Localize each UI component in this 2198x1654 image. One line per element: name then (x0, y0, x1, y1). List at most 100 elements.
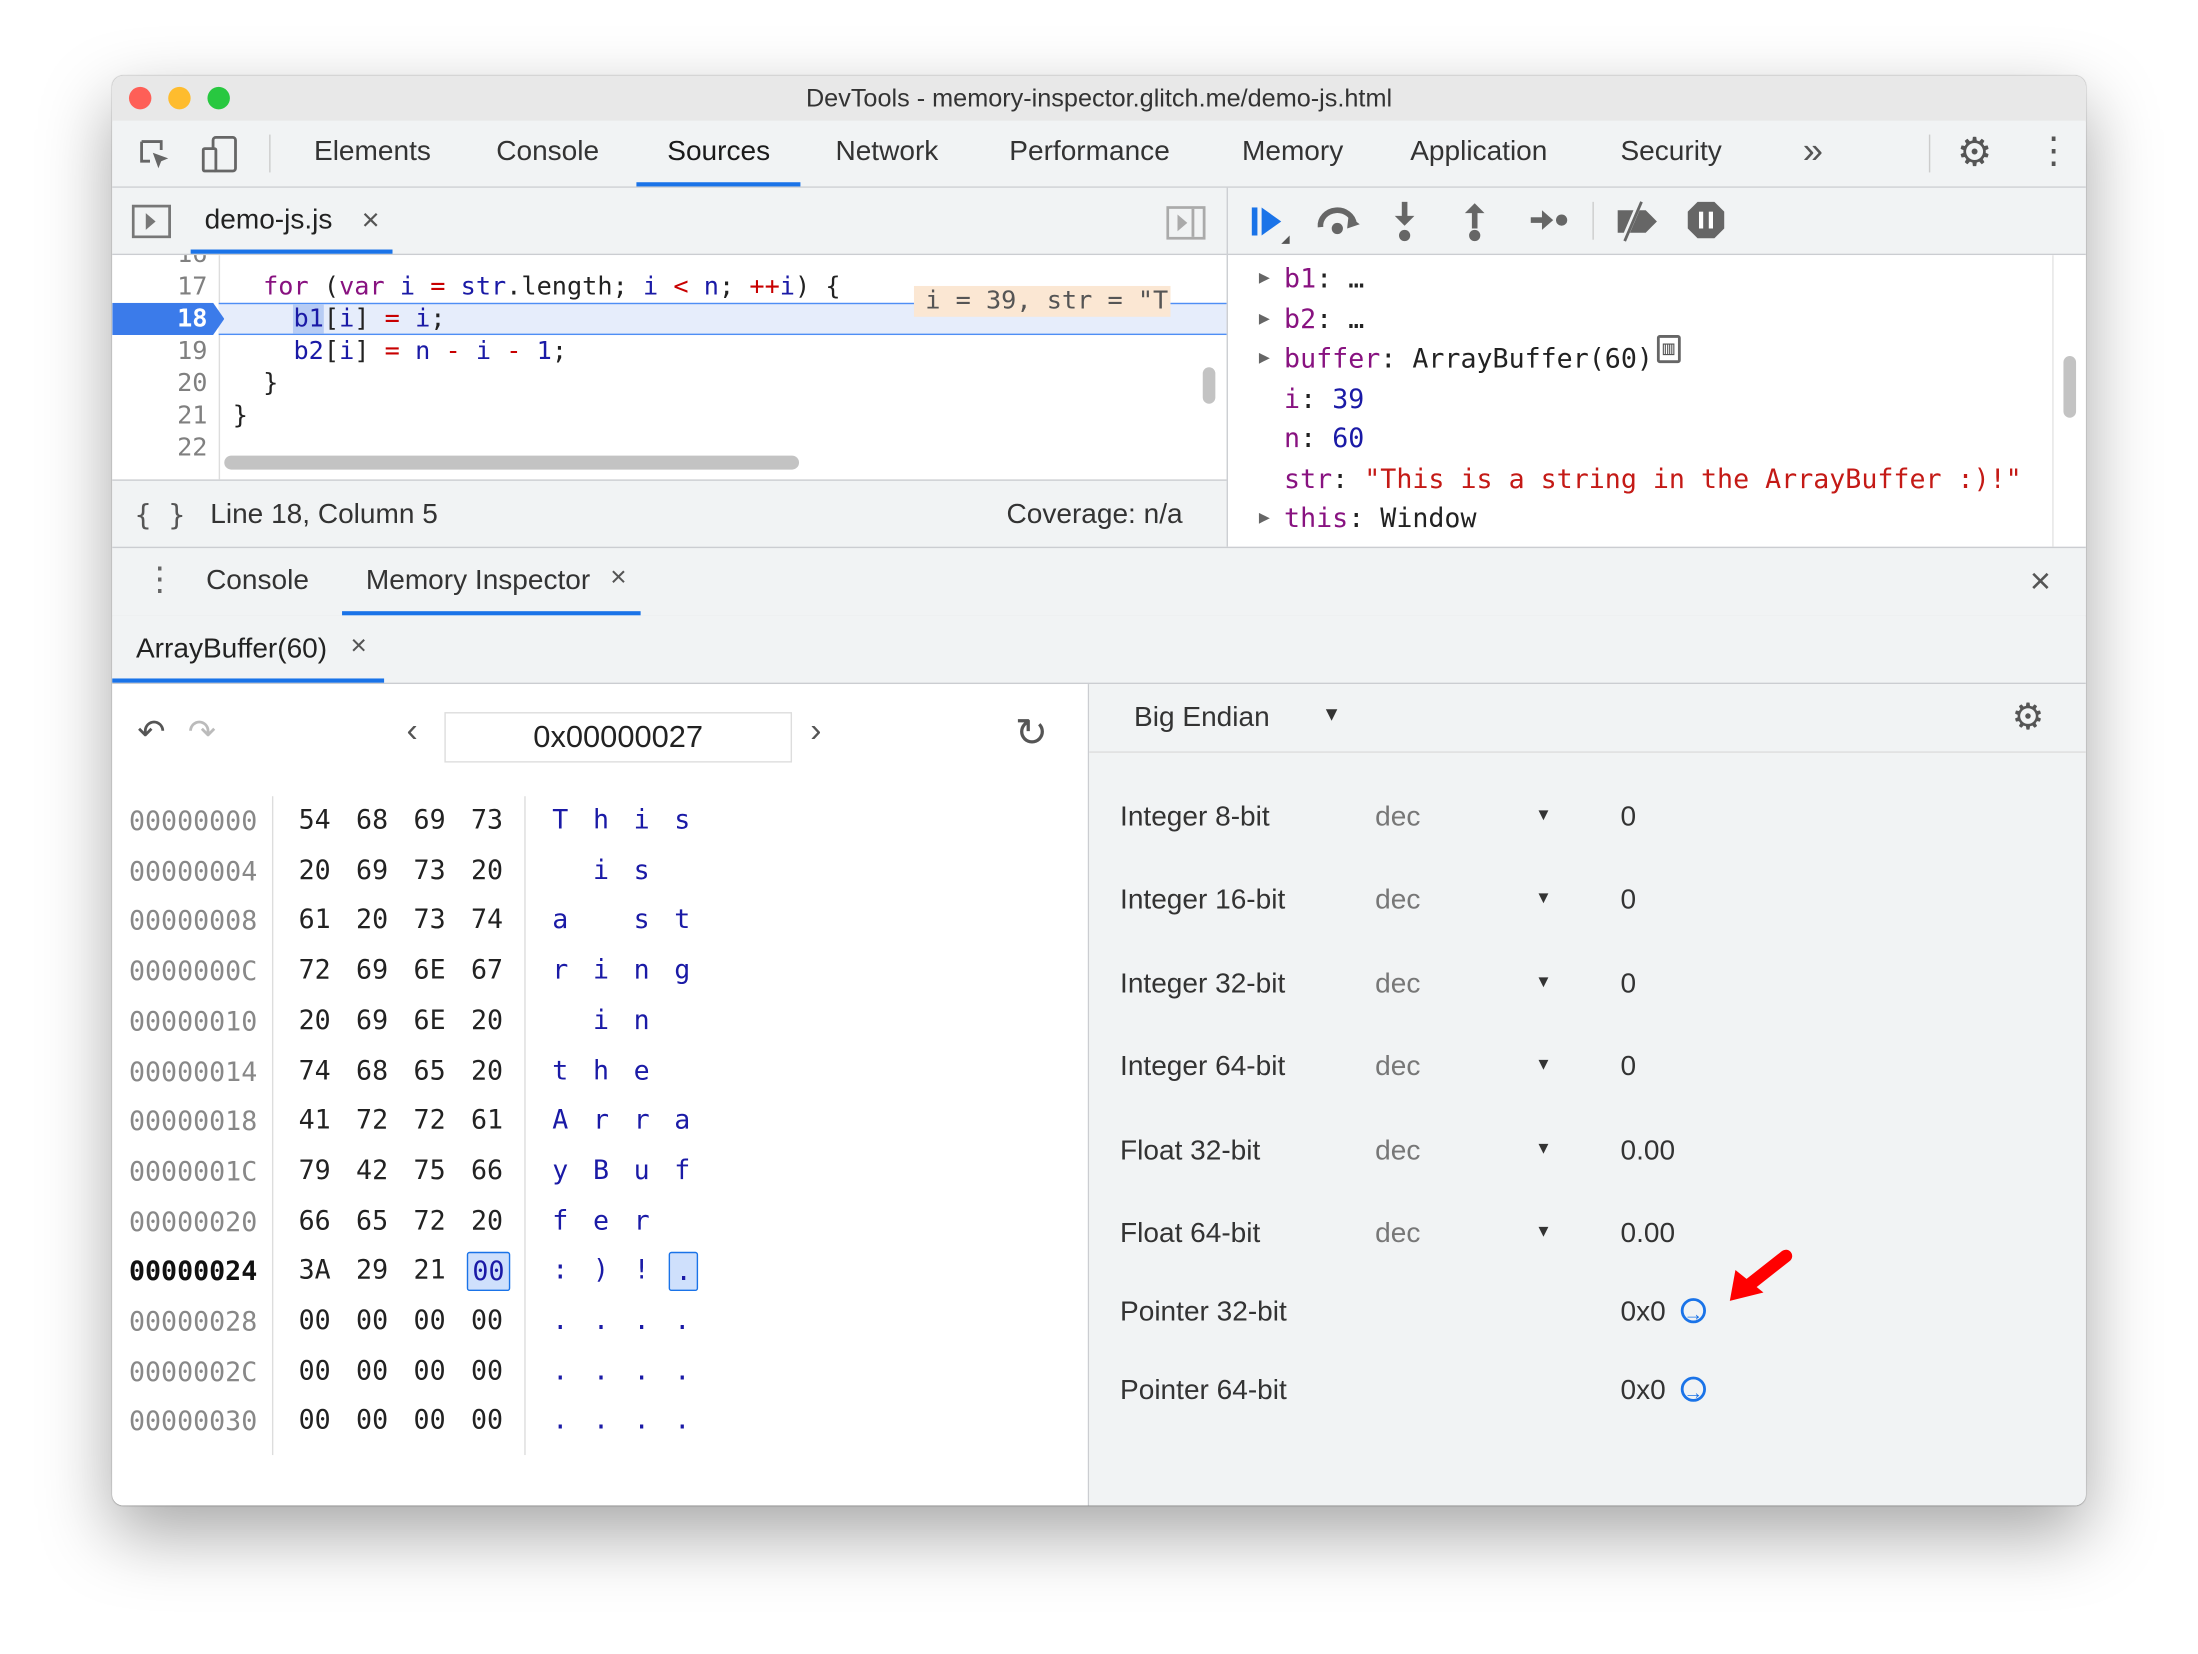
byte-cell[interactable]: 00 (409, 1352, 449, 1388)
ascii-cell[interactable]: y (547, 1152, 574, 1188)
expand-triangle-icon[interactable]: ▶ (1259, 261, 1270, 297)
ascii-cell[interactable]: ! (628, 1252, 655, 1288)
ascii-cell[interactable]: B (587, 1152, 614, 1188)
ascii-cell[interactable]: h (587, 1052, 614, 1088)
endianness-select[interactable]: Big Endian ▼ (1134, 702, 1358, 736)
close-drawer-tab-icon[interactable]: × (610, 545, 626, 609)
byte-cell[interactable]: 41 (294, 1102, 334, 1138)
ascii-cell[interactable]: . (547, 1352, 574, 1388)
step-over-icon[interactable] (1315, 202, 1363, 241)
expand-triangle-icon[interactable]: ▶ (1259, 500, 1270, 536)
step-icon[interactable] (1528, 205, 1570, 236)
byte-cell[interactable]: 74 (467, 902, 507, 938)
byte-cell[interactable]: 20 (294, 852, 334, 888)
byte-cell[interactable]: 00 (466, 1252, 511, 1292)
ascii-cell[interactable] (669, 852, 680, 858)
drawer-tab-memory-inspector[interactable]: Memory Inspector × (342, 545, 641, 616)
byte-cell[interactable]: 20 (467, 1202, 507, 1238)
ascii-cell[interactable]: a (669, 1102, 696, 1138)
ascii-cell[interactable] (547, 852, 558, 858)
value-format-select[interactable]: dec ▼ (1375, 1135, 1552, 1169)
byte-cell[interactable]: 00 (352, 1302, 392, 1338)
ascii-cell[interactable]: : (547, 1252, 574, 1288)
ascii-cell[interactable]: i (587, 952, 614, 988)
scope-item-buffer[interactable]: ▶ buffer: ArrayBuffer(60) ▥ (1259, 335, 1681, 377)
tab-performance[interactable]: Performance (978, 121, 1200, 187)
byte-cell[interactable]: 00 (467, 1352, 507, 1388)
tab-memory[interactable]: Memory (1211, 121, 1374, 187)
ascii-cell[interactable] (669, 1002, 680, 1008)
byte-cell[interactable]: 6E (409, 952, 449, 988)
ascii-cell[interactable]: . (628, 1352, 655, 1388)
undo-icon[interactable]: ↶ (137, 712, 165, 753)
line-number[interactable]: 18 (112, 303, 207, 335)
tab-console[interactable]: Console (465, 121, 630, 187)
resume-icon[interactable] (1248, 202, 1296, 247)
ascii-cell[interactable]: g (669, 952, 696, 988)
line-number[interactable]: 20 (112, 367, 207, 399)
byte-cell[interactable]: 72 (409, 1202, 449, 1238)
byte-cell[interactable]: 00 (409, 1402, 449, 1438)
byte-cell[interactable]: 65 (352, 1202, 392, 1238)
toggle-navigator-icon[interactable] (131, 204, 172, 239)
next-page-button[interactable]: › (810, 712, 821, 751)
ascii-cell[interactable]: s (669, 802, 696, 838)
toggle-debugger-icon[interactable] (1166, 206, 1206, 240)
step-out-icon[interactable] (1461, 199, 1489, 244)
ascii-cell[interactable]: e (628, 1052, 655, 1088)
ascii-cell[interactable]: r (547, 952, 574, 988)
byte-cell[interactable]: 00 (467, 1402, 507, 1438)
ascii-cell[interactable]: i (628, 802, 655, 838)
ascii-cell[interactable]: f (547, 1202, 574, 1238)
tab-elements[interactable]: Elements (283, 121, 462, 187)
ascii-cell[interactable]: n (628, 952, 655, 988)
scope-item-b1[interactable]: ▶ b1: … (1259, 261, 1364, 297)
tab-network[interactable]: Network (805, 121, 970, 187)
tab-sources[interactable]: Sources (636, 121, 801, 187)
byte-cell[interactable]: 66 (294, 1202, 334, 1238)
byte-cell[interactable]: 72 (352, 1102, 392, 1138)
drawer-tab-console[interactable]: Console (185, 548, 329, 615)
ascii-cell[interactable] (669, 1202, 680, 1208)
byte-cell[interactable]: 20 (467, 1052, 507, 1088)
ascii-cell[interactable]: . (628, 1302, 655, 1338)
byte-cell[interactable]: 20 (467, 1002, 507, 1038)
ascii-cell[interactable]: T (547, 802, 574, 838)
byte-cell[interactable]: 3A (294, 1252, 334, 1288)
ascii-cell[interactable]: a (547, 902, 574, 938)
ascii-cell[interactable]: i (587, 1002, 614, 1038)
ascii-cell[interactable]: . (547, 1302, 574, 1338)
drawer-menu-icon[interactable]: ⋮ (143, 559, 177, 600)
byte-cell[interactable]: 69 (352, 852, 392, 888)
byte-cell[interactable]: 00 (409, 1302, 449, 1338)
ascii-cell[interactable]: h (587, 802, 614, 838)
ascii-cell[interactable]: s (628, 852, 655, 888)
jump-to-address-icon[interactable]: → (1680, 1298, 1706, 1325)
byte-cell[interactable]: 61 (467, 1102, 507, 1138)
byte-cell[interactable]: 73 (409, 902, 449, 938)
byte-cell[interactable]: 00 (294, 1302, 334, 1338)
byte-cell[interactable]: 69 (352, 952, 392, 988)
ascii-cell[interactable]: . (587, 1402, 614, 1438)
ascii-cell[interactable]: . (628, 1402, 655, 1438)
byte-cell[interactable]: 00 (352, 1402, 392, 1438)
line-number[interactable]: 21 (112, 400, 207, 432)
expand-triangle-icon[interactable]: ▶ (1259, 301, 1270, 337)
settings-gear-icon[interactable]: ⚙ (1957, 129, 1992, 175)
ascii-cell[interactable]: . (547, 1402, 574, 1438)
value-format-select[interactable]: dec ▼ (1375, 969, 1552, 1003)
value-format-select[interactable]: dec ▼ (1375, 885, 1552, 919)
step-into-icon[interactable] (1391, 199, 1419, 244)
line-number[interactable]: 16 (112, 255, 207, 270)
more-tabs-button[interactable]: » (1803, 129, 1823, 172)
byte-cell[interactable]: 20 (352, 902, 392, 938)
close-file-tab-icon[interactable]: × (362, 202, 380, 238)
ascii-cell[interactable]: s (628, 902, 655, 938)
expand-triangle-icon[interactable]: ▶ (1259, 341, 1270, 377)
jump-to-address-icon[interactable]: → (1680, 1376, 1706, 1403)
byte-cell[interactable]: 73 (467, 802, 507, 838)
ascii-cell[interactable] (669, 1052, 680, 1058)
device-toolbar-icon[interactable] (199, 135, 241, 174)
value-format-select[interactable]: dec ▼ (1375, 1051, 1552, 1085)
byte-cell[interactable]: 68 (352, 1052, 392, 1088)
